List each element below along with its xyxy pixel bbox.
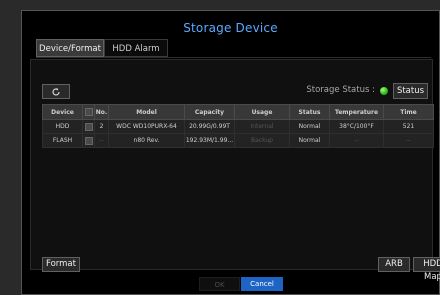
cell-no: 2 bbox=[94, 119, 109, 134]
cell-usage: Internal bbox=[234, 119, 290, 134]
table-row[interactable]: HDD 2 WDC WD10PURX-64 20.99G/0.99T Inter… bbox=[42, 119, 434, 134]
cell-device: HDD bbox=[42, 119, 83, 134]
storage-device-table: Device No. Model Capacity Usage Status T… bbox=[42, 104, 434, 148]
header-capacity: Capacity bbox=[184, 104, 235, 120]
storage-status-label: Storage Status : bbox=[306, 85, 375, 95]
cell-model: n80 Rev. bbox=[108, 133, 185, 148]
cell-status: Normal bbox=[289, 133, 330, 148]
refresh-button[interactable] bbox=[42, 84, 70, 99]
cell-select[interactable] bbox=[82, 133, 95, 148]
cancel-button[interactable]: Cancel bbox=[241, 277, 283, 291]
select-all-checkbox[interactable] bbox=[84, 108, 93, 116]
cell-time: -- bbox=[383, 133, 434, 148]
hdd-map-button[interactable]: HDD Map bbox=[413, 257, 440, 282]
window-title: Storage Device bbox=[183, 21, 278, 35]
row-checkbox[interactable] bbox=[84, 122, 93, 131]
cell-device: FLASH bbox=[42, 133, 83, 148]
status-button[interactable]: Status bbox=[393, 83, 428, 99]
cell-capacity: 20.99G/0.99T bbox=[184, 119, 235, 134]
ok-button[interactable]: OK bbox=[199, 277, 240, 291]
cell-usage: Backup bbox=[234, 133, 290, 148]
tab-divider bbox=[36, 57, 431, 58]
tab-device-format[interactable]: Device/Format bbox=[36, 39, 104, 57]
cell-capacity: 192.93M/1.99... bbox=[184, 133, 235, 148]
header-temperature: Temperature bbox=[329, 104, 384, 120]
header-select[interactable] bbox=[82, 104, 95, 120]
header-model: Model bbox=[108, 104, 185, 120]
cell-no: -- bbox=[94, 133, 109, 148]
cell-time: 521 bbox=[383, 119, 434, 134]
storage-device-window: Storage Device Device/Format HDD Alarm S… bbox=[21, 10, 440, 295]
cell-temperature: 38°C/100°F bbox=[329, 119, 384, 134]
header-status: Status bbox=[289, 104, 330, 120]
header-time: Time bbox=[383, 104, 434, 120]
refresh-icon bbox=[52, 87, 60, 96]
format-button[interactable]: Format bbox=[42, 257, 80, 272]
storage-status-indicator bbox=[380, 87, 388, 95]
cell-select[interactable] bbox=[82, 119, 95, 134]
row-checkbox[interactable] bbox=[84, 136, 93, 145]
cell-model: WDC WD10PURX-64 bbox=[108, 119, 185, 134]
header-no: No. bbox=[94, 104, 109, 120]
tab-hdd-alarm[interactable]: HDD Alarm bbox=[104, 39, 168, 57]
cell-temperature: -- bbox=[329, 133, 384, 148]
device-panel: Storage Status : Status Device No. Model… bbox=[30, 59, 440, 282]
header-usage: Usage bbox=[234, 104, 290, 120]
table-row[interactable]: FLASH -- n80 Rev. 192.93M/1.99... Backup… bbox=[42, 133, 434, 148]
header-device: Device bbox=[42, 104, 83, 120]
cell-status: Normal bbox=[289, 119, 330, 134]
arb-button[interactable]: ARB bbox=[378, 257, 410, 272]
table-header-row: Device No. Model Capacity Usage Status T… bbox=[42, 104, 434, 120]
